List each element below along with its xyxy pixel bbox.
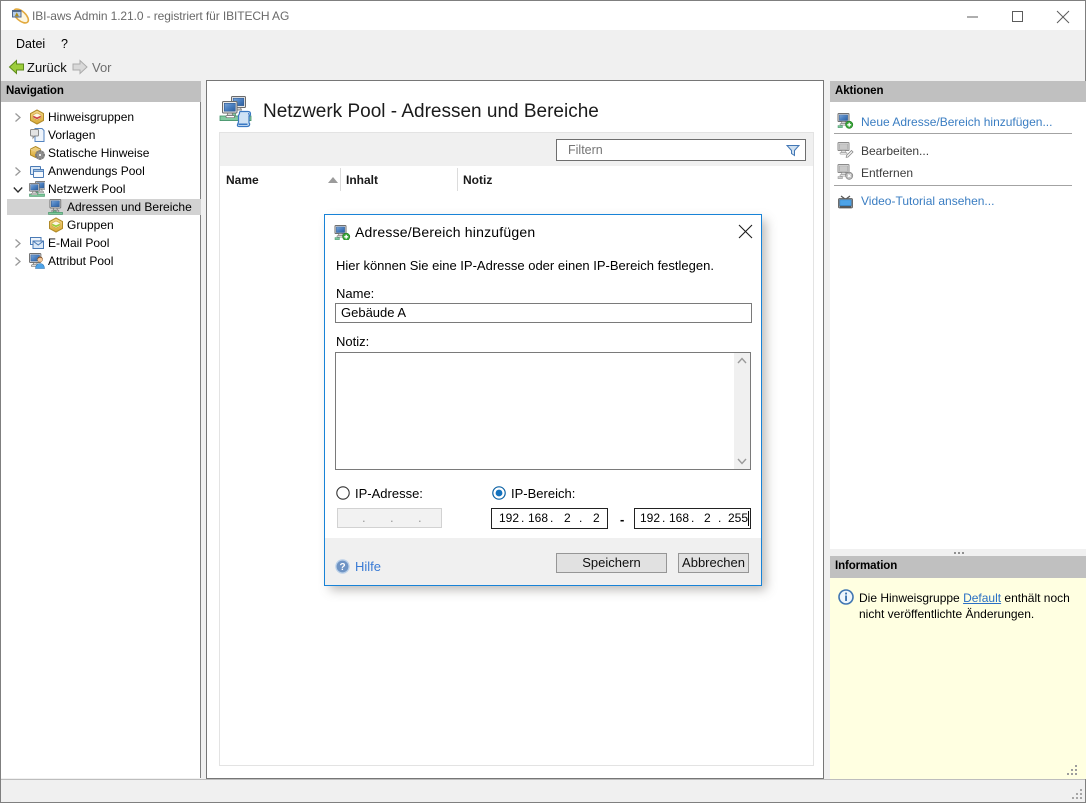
svg-text:?: ?	[339, 562, 345, 573]
